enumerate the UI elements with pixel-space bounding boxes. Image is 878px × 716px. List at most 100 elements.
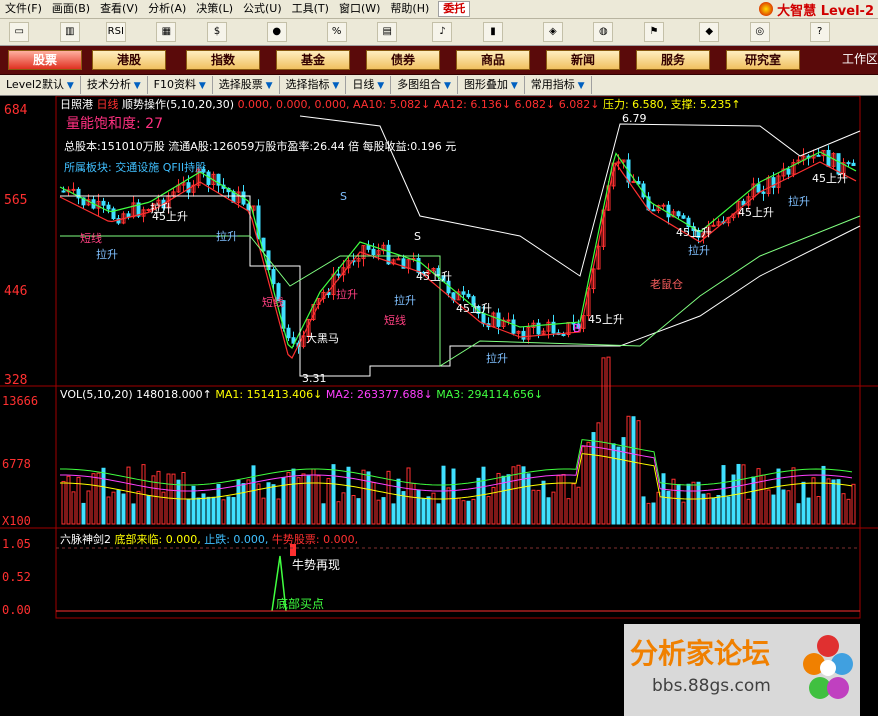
menu-item-4[interactable]: 决策(L) <box>191 0 238 18</box>
volume-bar <box>296 477 301 525</box>
candle-body <box>786 168 791 175</box>
diamond-icon[interactable]: ◆ <box>699 22 720 42</box>
menu-item-3[interactable]: 分析(A) <box>143 0 191 18</box>
volume-bar <box>806 497 811 525</box>
chevron-down-icon[interactable]: ▼ <box>330 81 339 91</box>
brand-logo: 大智慧 Level-2 <box>759 0 874 19</box>
volume-bar <box>581 446 586 525</box>
main-panel-header: 日照港 日线 顺势操作(5,10,20,30) 0.000, 0.000, 0.… <box>60 96 741 112</box>
lamp-icon[interactable]: ◎ <box>749 22 770 42</box>
volume-bar <box>471 498 476 525</box>
subtab-3[interactable]: 选择股票 ▼ <box>213 76 280 94</box>
nav-tab-2[interactable]: 指数 <box>186 50 260 70</box>
volume-bar <box>831 479 836 525</box>
chart-annotation: 45上升 <box>738 206 774 219</box>
subtab-2[interactable]: F10资料 ▼ <box>148 76 213 94</box>
chevron-down-icon[interactable]: ▼ <box>575 81 585 91</box>
volume-bar <box>551 491 556 525</box>
chart-annotation: 45上升 <box>416 270 452 283</box>
candle-body <box>676 211 681 217</box>
subtab-6[interactable]: 多图组合 ▼ <box>391 76 458 94</box>
volume-bar <box>211 496 216 525</box>
flag-icon[interactable]: ⚑ <box>644 22 664 42</box>
subtab-label: Level2默认 <box>6 78 65 91</box>
volume-bar <box>601 357 606 525</box>
subtab-7[interactable]: 图形叠加 ▼ <box>458 76 525 94</box>
chart-area[interactable]: 日照港 日线 顺势操作(5,10,20,30) 0.000, 0.000, 0.… <box>0 96 878 716</box>
weituo-button[interactable]: 委托 <box>438 1 471 17</box>
volume-bar <box>801 481 806 525</box>
subtab-8[interactable]: 常用指标 ▼ <box>525 76 592 94</box>
candlestick-icon[interactable]: ▥ <box>59 22 80 42</box>
volume-bar <box>391 503 396 525</box>
subtab-1[interactable]: 技术分析 ▼ <box>81 76 148 94</box>
nav-tab-1[interactable]: 港股 <box>92 50 166 70</box>
chart-annotation: 短线 <box>384 314 406 327</box>
nav-tab-8[interactable]: 研究室 <box>726 50 800 70</box>
subtab-4[interactable]: 选择指标 ▼ <box>280 76 347 94</box>
menu-item-8[interactable]: 帮助(H) <box>385 0 434 18</box>
chevron-down-icon[interactable]: ▼ <box>441 81 451 91</box>
volume-bar <box>666 490 671 525</box>
chevron-down-icon[interactable]: ▼ <box>131 81 141 91</box>
subtab-label: F10资料 <box>153 78 196 91</box>
subtab-0[interactable]: Level2默认 ▼ <box>0 76 81 94</box>
volume-bar <box>346 466 351 525</box>
network-icon[interactable]: ◈ <box>542 22 563 42</box>
volume-bar <box>251 465 256 525</box>
candle-body <box>521 330 526 340</box>
volume-bar <box>746 498 751 525</box>
menu-item-7[interactable]: 窗口(W) <box>334 0 385 18</box>
rsi-icon[interactable]: RSI <box>105 22 126 42</box>
nav-tab-4[interactable]: 债券 <box>366 50 440 70</box>
nav-tab-0[interactable]: 股票 <box>8 50 82 70</box>
traffic-light-icon[interactable]: ● <box>266 22 287 42</box>
bell-icon[interactable]: ♪ <box>432 22 453 42</box>
volume-bar <box>336 501 341 525</box>
grid-icon[interactable]: ▦ <box>156 22 177 42</box>
globe-icon[interactable]: ◍ <box>593 22 614 42</box>
nav-tab-5[interactable]: 商品 <box>456 50 530 70</box>
workspace-label[interactable]: 工作区 <box>842 50 878 67</box>
watermark-flower-icon <box>800 630 856 710</box>
chevron-down-icon[interactable]: ▼ <box>64 81 74 91</box>
chevron-down-icon[interactable]: ▼ <box>374 81 384 91</box>
y-tick-684: 684 <box>4 103 28 118</box>
bars-icon[interactable]: ▤ <box>377 22 398 42</box>
subtab-5[interactable]: 日线 ▼ <box>346 76 392 94</box>
volume-bar <box>441 465 446 525</box>
volume-bar <box>351 495 356 525</box>
chevron-down-icon[interactable]: ▼ <box>263 81 273 91</box>
volume-bar <box>456 497 461 525</box>
candle-body <box>101 200 106 206</box>
volume-bar <box>176 479 181 525</box>
chevron-down-icon[interactable]: ▼ <box>508 81 518 91</box>
volume-bar <box>756 468 761 525</box>
menu-item-0[interactable]: 文件(F) <box>0 0 47 18</box>
dollar-icon[interactable]: $ <box>207 22 227 42</box>
subtab-label: 选择指标 <box>285 78 330 91</box>
volume-bar <box>131 503 136 525</box>
chevron-down-icon[interactable]: ▼ <box>196 81 206 91</box>
volume-bar <box>436 503 441 525</box>
open-folder-icon[interactable]: ▭ <box>9 22 30 42</box>
cards-icon[interactable]: ▮ <box>483 22 503 42</box>
percent-icon[interactable]: % <box>326 22 347 42</box>
nav-tab-7[interactable]: 服务 <box>636 50 710 70</box>
menu-item-2[interactable]: 查看(V) <box>95 0 143 18</box>
nav-tab-6[interactable]: 新闻 <box>546 50 620 70</box>
chart-canvas[interactable] <box>0 96 878 632</box>
candle-body <box>71 188 76 191</box>
volume-bar <box>541 480 546 525</box>
menu-item-6[interactable]: 工具(T) <box>287 0 334 18</box>
y-tick-565: 565 <box>4 193 28 208</box>
menu-item-1[interactable]: 画面(B) <box>47 0 95 18</box>
volume-bar <box>566 498 571 525</box>
menu-item-5[interactable]: 公式(U) <box>238 0 287 18</box>
volume-bar <box>571 483 576 525</box>
help-icon[interactable]: ? <box>809 22 830 42</box>
candle-body <box>661 204 666 207</box>
volume-bar <box>531 489 536 525</box>
nav-tab-3[interactable]: 基金 <box>276 50 350 70</box>
pressure-support: 压力: 6.580, 支撑: 5.235↑ <box>602 98 741 111</box>
